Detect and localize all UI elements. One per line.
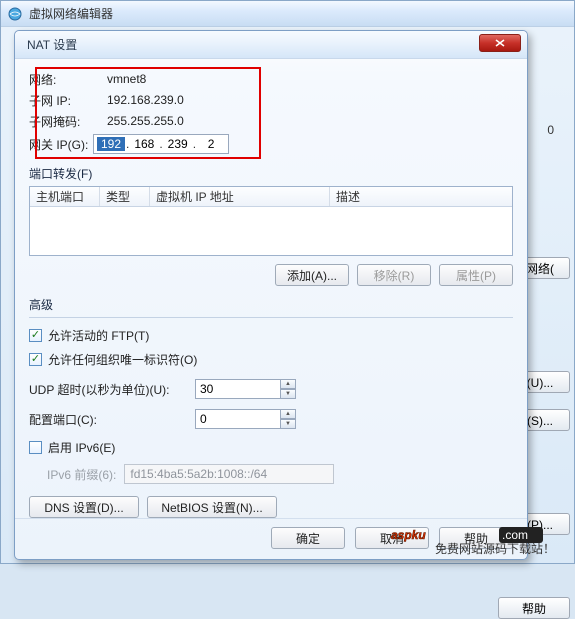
udp-down-button[interactable]: ▼ <box>280 389 296 399</box>
ftp-row: 允许活动的 FTP(T) <box>29 324 513 346</box>
advanced-group: 高级 允许活动的 FTP(T) 允许任何组织唯一标识符(O) UDP 超时(以秒… <box>29 296 513 518</box>
port-button-row: 添加(A)... 移除(R) 属性(P) <box>29 264 513 286</box>
mask-value: 255.255.255.0 <box>107 114 184 128</box>
network-row: 网络: vmnet8 <box>29 69 513 89</box>
dialog-titlebar[interactable]: NAT 设置 <box>15 31 527 59</box>
app-icon <box>7 6 23 22</box>
port-table-header: 主机端口 类型 虚拟机 IP 地址 描述 <box>30 187 512 207</box>
ipv6-label: 启用 IPv6(E) <box>48 439 115 456</box>
config-port-spinner: ▲ ▼ <box>195 409 296 429</box>
udp-spinner: ▲ ▼ <box>195 379 296 399</box>
udp-up-button[interactable]: ▲ <box>280 379 296 389</box>
col-vm[interactable]: 虚拟机 IP 地址 <box>150 187 330 206</box>
cancel-button[interactable]: 取消 <box>355 527 429 549</box>
config-port-up-button[interactable]: ▲ <box>280 409 296 419</box>
gateway-oct4[interactable] <box>197 137 225 151</box>
port-forward-title: 端口转发(F) <box>29 165 513 182</box>
mask-label: 子网掩码: <box>29 113 93 130</box>
parent-title: 虚拟网络编辑器 <box>29 5 113 22</box>
help-button[interactable]: 帮助 <box>439 527 513 549</box>
port-table-body[interactable] <box>30 207 512 255</box>
dns-button[interactable]: DNS 设置(D)... <box>29 496 139 518</box>
udp-input[interactable] <box>195 379 281 399</box>
gateway-row: 网关 IP(G): . . . <box>29 133 513 155</box>
gateway-oct3[interactable] <box>164 137 192 151</box>
prefix-label: IPv6 前缀(6): <box>47 466 116 483</box>
dialog-bottom-buttons: 确定 取消 帮助 <box>15 518 527 559</box>
gateway-input[interactable]: . . . <box>93 134 229 154</box>
udp-spin-buttons: ▲ ▼ <box>280 379 296 399</box>
divider <box>29 317 513 318</box>
org-label: 允许任何组织唯一标识符(O) <box>48 351 197 368</box>
close-button[interactable] <box>479 34 521 52</box>
add-button[interactable]: 添加(A)... <box>275 264 349 286</box>
mask-row: 子网掩码: 255.255.255.0 <box>29 111 513 131</box>
gateway-label: 网关 IP(G): <box>29 136 93 153</box>
udp-row: UDP 超时(以秒为单位)(U): ▲ ▼ <box>29 378 513 400</box>
side-text0: 0 <box>547 123 554 137</box>
subnet-label: 子网 IP: <box>29 92 93 109</box>
prefix-row: IPv6 前缀(6): <box>47 464 513 484</box>
col-host[interactable]: 主机端口 <box>30 187 100 206</box>
parent-titlebar: 虚拟网络编辑器 <box>1 1 574 27</box>
col-type[interactable]: 类型 <box>100 187 150 206</box>
remove-button[interactable]: 移除(R) <box>357 264 431 286</box>
ipv6-row: 启用 IPv6(E) <box>29 436 513 458</box>
gateway-oct2[interactable] <box>130 137 158 151</box>
udp-label: UDP 超时(以秒为单位)(U): <box>29 381 189 398</box>
org-row: 允许任何组织唯一标识符(O) <box>29 348 513 370</box>
close-icon <box>495 39 505 47</box>
config-port-down-button[interactable]: ▼ <box>280 419 296 429</box>
ftp-label: 允许活动的 FTP(T) <box>48 327 149 344</box>
subnet-value: 192.168.239.0 <box>107 93 184 107</box>
config-port-row: 配置端口(C): ▲ ▼ <box>29 408 513 430</box>
prefix-input <box>124 464 334 484</box>
org-checkbox[interactable] <box>29 353 42 366</box>
advanced-title: 高级 <box>29 296 513 313</box>
subnet-row: 子网 IP: 192.168.239.0 <box>29 90 513 110</box>
dialog-title: NAT 设置 <box>27 36 77 53</box>
dialog-body: 网络: vmnet8 子网 IP: 192.168.239.0 子网掩码: 25… <box>15 59 527 518</box>
port-forward-table[interactable]: 主机端口 类型 虚拟机 IP 地址 描述 <box>29 186 513 256</box>
side-help-button[interactable]: 帮助 <box>498 597 570 619</box>
ok-button[interactable]: 确定 <box>271 527 345 549</box>
dns-netbios-row: DNS 设置(D)... NetBIOS 设置(N)... <box>29 496 513 518</box>
gateway-oct1[interactable] <box>97 137 125 151</box>
properties-button[interactable]: 属性(P) <box>439 264 513 286</box>
col-desc[interactable]: 描述 <box>330 187 512 206</box>
network-value: vmnet8 <box>107 72 146 86</box>
nat-settings-dialog: NAT 设置 网络: vmnet8 子网 IP: 192.168.239.0 子… <box>14 30 528 560</box>
port-forward-group: 端口转发(F) 主机端口 类型 虚拟机 IP 地址 描述 添加(A)... 移除… <box>29 165 513 286</box>
network-label: 网络: <box>29 71 93 88</box>
config-port-spin-buttons: ▲ ▼ <box>280 409 296 429</box>
config-port-input[interactable] <box>195 409 281 429</box>
ipv6-checkbox[interactable] <box>29 441 42 454</box>
config-port-label: 配置端口(C): <box>29 411 189 428</box>
ftp-checkbox[interactable] <box>29 329 42 342</box>
netbios-button[interactable]: NetBIOS 设置(N)... <box>147 496 277 518</box>
